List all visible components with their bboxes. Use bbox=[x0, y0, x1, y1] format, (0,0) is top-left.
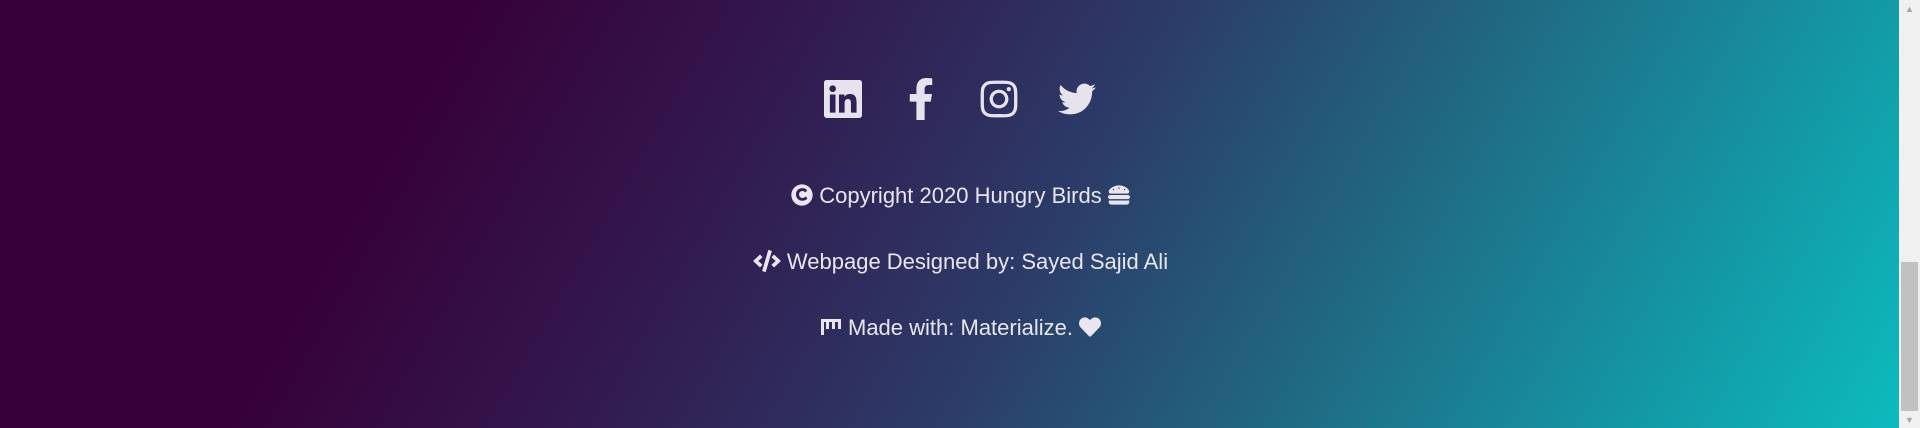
hamburger-food-icon bbox=[1107, 184, 1130, 206]
social-links bbox=[0, 78, 1899, 120]
page: Copyright 2020 Hungry Birds Webpage Desi… bbox=[0, 0, 1920, 428]
instagram-icon bbox=[980, 80, 1017, 118]
linkedin-icon bbox=[823, 80, 862, 118]
copyright-text: Copyright 2020 Hungry Birds bbox=[819, 183, 1102, 208]
site-footer: Copyright 2020 Hungry Birds Webpage Desi… bbox=[0, 0, 1899, 428]
linkedin-link[interactable] bbox=[823, 78, 862, 120]
instagram-link[interactable] bbox=[980, 78, 1018, 120]
facebook-icon bbox=[909, 78, 932, 120]
copyright-icon bbox=[791, 184, 813, 206]
copyright-line: Copyright 2020 Hungry Birds bbox=[0, 183, 1899, 209]
scroll-up-arrow-icon[interactable]: ▲ bbox=[1899, 0, 1920, 17]
scroll-down-arrow-icon[interactable]: ▼ bbox=[1899, 411, 1920, 428]
materialize-logo-icon bbox=[820, 316, 842, 338]
twitter-link[interactable] bbox=[1057, 78, 1096, 120]
made-with-line: Made with: Materialize. bbox=[0, 315, 1899, 341]
designer-text: Webpage Designed by: Sayed Sajid Ali bbox=[786, 249, 1169, 274]
vertical-scrollbar[interactable]: ▲ ▼ bbox=[1899, 0, 1920, 428]
twitter-icon bbox=[1057, 83, 1096, 115]
scrollbar-thumb[interactable] bbox=[1901, 262, 1918, 411]
heart-icon bbox=[1078, 316, 1101, 338]
made-with-text: Made with: Materialize. bbox=[848, 315, 1073, 340]
facebook-link[interactable] bbox=[902, 78, 940, 120]
code-icon bbox=[753, 250, 781, 272]
designer-line: Webpage Designed by: Sayed Sajid Ali bbox=[0, 249, 1899, 275]
